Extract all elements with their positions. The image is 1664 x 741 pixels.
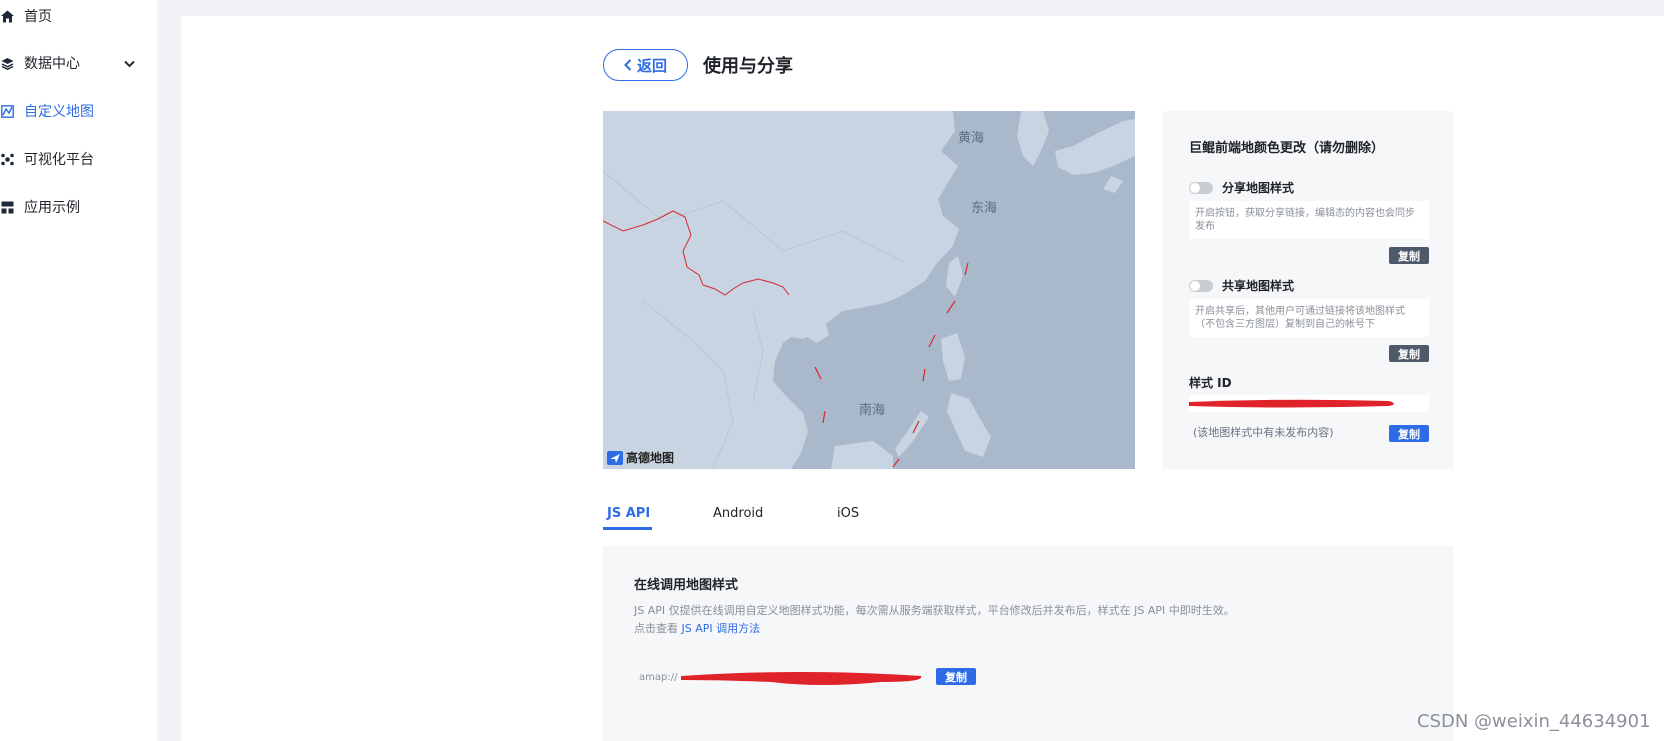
sidebar-item-label: 自定义地图 bbox=[24, 104, 94, 120]
tab-ios[interactable]: iOS bbox=[837, 506, 859, 521]
examples-icon bbox=[0, 200, 14, 214]
share-toggle[interactable] bbox=[1189, 181, 1213, 194]
common-toggle[interactable] bbox=[1189, 279, 1213, 292]
online-usage-description: JS API 仅提供在线调用自定义地图样式功能，每次需从服务端获取样式，平台修改… bbox=[634, 602, 1424, 638]
visualization-icon bbox=[0, 152, 14, 166]
style-id-field bbox=[1189, 395, 1429, 412]
share-copy-button[interactable]: 复制 bbox=[1389, 247, 1429, 264]
sidebar-item-label: 数据中心 bbox=[24, 56, 80, 72]
chevron-down-icon[interactable] bbox=[124, 56, 135, 72]
share-toggle-row: 分享地图样式 bbox=[1189, 179, 1294, 196]
map-label-yellow-sea: 黄海 bbox=[958, 131, 985, 146]
map-label-east-sea: 东海 bbox=[971, 201, 998, 216]
common-copy-button[interactable]: 复制 bbox=[1389, 345, 1429, 362]
watermark: CSDN @weixin_44634901 bbox=[1417, 711, 1651, 732]
style-url-field: amap:// bbox=[634, 666, 934, 688]
style-url-copy-button[interactable]: 复制 bbox=[936, 668, 976, 685]
map-logo-text: 高德地图 bbox=[626, 451, 675, 465]
back-button[interactable]: 返回 bbox=[603, 49, 688, 81]
common-toggle-label: 共享地图样式 bbox=[1222, 279, 1295, 293]
online-usage-desc-line: JS API 仅提供在线调用自定义地图样式功能，每次需从服务端获取样式，平台修改… bbox=[634, 604, 1235, 617]
style-settings-panel: 巨鲲前端地颜色更改（请勿删除） 分享地图样式 开启按钮，获取分享链接，编辑态的内… bbox=[1163, 111, 1453, 469]
content-gutter bbox=[157, 0, 181, 741]
map-label-south-sea: 南海 bbox=[859, 403, 886, 418]
online-usage-desc-prefix: 点击查看 bbox=[634, 622, 678, 635]
layers-icon bbox=[0, 56, 14, 70]
map-style-name: 巨鲲前端地颜色更改（请勿删除） bbox=[1189, 141, 1385, 156]
redaction-mark bbox=[1189, 399, 1394, 408]
back-button-label: 返回 bbox=[636, 56, 667, 75]
active-tab-indicator bbox=[603, 527, 652, 530]
online-usage-title: 在线调用地图样式 bbox=[634, 578, 739, 593]
sidebar-item-data-center[interactable]: 数据中心 bbox=[0, 51, 157, 75]
top-band bbox=[157, 0, 1664, 16]
map-preview[interactable]: 黄海 东海 南海 高德地图 bbox=[603, 111, 1135, 469]
common-link-box: 开启共享后，其他用户可通过链接将该地图样式（不包含三方图层）复制到自己的帐号下 bbox=[1189, 299, 1429, 337]
sidebar-item-home[interactable]: 首页 bbox=[0, 4, 157, 28]
sidebar-item-label: 首页 bbox=[24, 9, 52, 25]
custom-map-icon bbox=[0, 104, 14, 118]
page-title: 使用与分享 bbox=[703, 56, 793, 77]
amap-logo-icon bbox=[607, 450, 623, 465]
redaction-mark bbox=[681, 672, 922, 685]
unpublished-note: (该地图样式中有未发布内容) bbox=[1193, 426, 1334, 439]
online-usage-panel: 在线调用地图样式 JS API 仅提供在线调用自定义地图样式功能，每次需从服务端… bbox=[603, 546, 1453, 741]
sidebar: 首页 数据中心 自定义地图 可视化平台 应用示例 bbox=[0, 0, 157, 741]
chevron-left-icon bbox=[624, 59, 632, 71]
share-toggle-label: 分享地图样式 bbox=[1222, 181, 1295, 195]
style-url-prefix: amap:// bbox=[639, 671, 678, 683]
online-usage-desc-line-2: 点击查看 JS API 调用方法 bbox=[634, 620, 1424, 638]
map-logo: 高德地图 bbox=[607, 449, 674, 466]
style-id-copy-button[interactable]: 复制 bbox=[1389, 425, 1429, 442]
tab-js-api[interactable]: JS API bbox=[607, 506, 650, 521]
sidebar-item-custom-map[interactable]: 自定义地图 bbox=[0, 99, 157, 123]
tab-android[interactable]: Android bbox=[713, 506, 763, 521]
sidebar-item-examples[interactable]: 应用示例 bbox=[0, 195, 157, 219]
common-toggle-row: 共享地图样式 bbox=[1189, 277, 1294, 294]
share-link-box: 开启按钮，获取分享链接，编辑态的内容也会同步发布 bbox=[1189, 201, 1429, 239]
sidebar-item-label: 可视化平台 bbox=[24, 152, 94, 168]
style-id-label: 样式 ID bbox=[1189, 376, 1232, 390]
js-api-usage-link[interactable]: JS API 调用方法 bbox=[682, 622, 761, 635]
sidebar-item-label: 应用示例 bbox=[24, 200, 80, 216]
sidebar-item-visualization[interactable]: 可视化平台 bbox=[0, 147, 157, 171]
home-icon bbox=[0, 9, 14, 23]
